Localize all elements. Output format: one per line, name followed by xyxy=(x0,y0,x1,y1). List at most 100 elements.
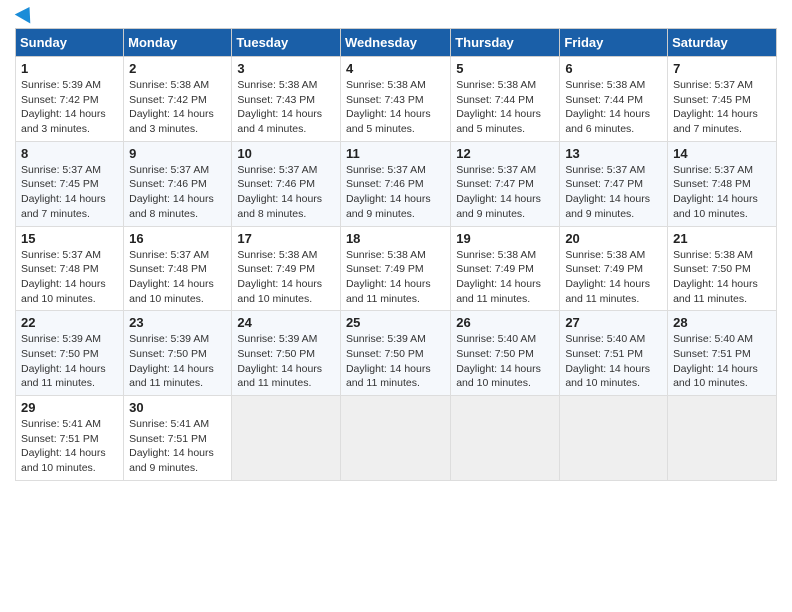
day-number: 13 xyxy=(565,146,662,161)
day-cell: 2Sunrise: 5:38 AMSunset: 7:42 PMDaylight… xyxy=(124,57,232,142)
day-cell: 7 Sunrise: 5:37 AMSunset: 7:45 PMDaylight… xyxy=(668,57,777,142)
day-number: 1 xyxy=(21,61,118,76)
weekday-header-row: SundayMondayTuesdayWednesdayThursdayFrid… xyxy=(16,29,777,57)
day-info: Sunrise: 5:38 AMSunset: 7:43 PMDaylight:… xyxy=(237,78,335,137)
page-header xyxy=(15,10,777,20)
empty-day-cell xyxy=(668,396,777,481)
day-cell: 9Sunrise: 5:37 AMSunset: 7:46 PMDaylight… xyxy=(124,141,232,226)
day-info: Sunrise: 5:37 AMSunset: 7:48 PMDaylight:… xyxy=(673,163,771,222)
day-cell: 25 Sunrise: 5:39 AMSunset: 7:50 PMDayligh… xyxy=(340,311,450,396)
day-info: Sunrise: 5:38 AMSunset: 7:50 PMDaylight:… xyxy=(673,248,771,307)
day-info: Sunrise: 5:38 AMSunset: 7:49 PMDaylight:… xyxy=(565,248,662,307)
day-cell: 5 Sunrise: 5:38 AMSunset: 7:44 PMDaylight… xyxy=(451,57,560,142)
day-number: 25 xyxy=(346,315,445,330)
day-cell: 6 Sunrise: 5:38 AMSunset: 7:44 PMDaylight… xyxy=(560,57,668,142)
day-number: 5 xyxy=(456,61,554,76)
day-cell: 28 Sunrise: 5:40 AMSunset: 7:51 PMDayligh… xyxy=(668,311,777,396)
day-cell: 10 Sunrise: 5:37 AMSunset: 7:46 PMDayligh… xyxy=(232,141,341,226)
day-number: 11 xyxy=(346,146,445,161)
day-cell: 21 Sunrise: 5:38 AMSunset: 7:50 PMDayligh… xyxy=(668,226,777,311)
weekday-header-saturday: Saturday xyxy=(668,29,777,57)
day-number: 20 xyxy=(565,231,662,246)
day-number: 2 xyxy=(129,61,226,76)
empty-day-cell xyxy=(451,396,560,481)
day-cell: 27 Sunrise: 5:40 AMSunset: 7:51 PMDayligh… xyxy=(560,311,668,396)
day-number: 4 xyxy=(346,61,445,76)
day-cell: 14 Sunrise: 5:37 AMSunset: 7:48 PMDayligh… xyxy=(668,141,777,226)
day-info: Sunrise: 5:37 AMSunset: 7:45 PMDaylight:… xyxy=(673,78,771,137)
day-cell: 16 Sunrise: 5:37 AMSunset: 7:48 PMDayligh… xyxy=(124,226,232,311)
day-info: Sunrise: 5:40 AMSunset: 7:51 PMDaylight:… xyxy=(565,332,662,391)
calendar-week-row: 29 Sunrise: 5:41 AMSunset: 7:51 PMDayligh… xyxy=(16,396,777,481)
weekday-header-tuesday: Tuesday xyxy=(232,29,341,57)
day-number: 18 xyxy=(346,231,445,246)
day-info: Sunrise: 5:37 AMSunset: 7:47 PMDaylight:… xyxy=(456,163,554,222)
empty-day-cell xyxy=(232,396,341,481)
day-cell: 3 Sunrise: 5:38 AMSunset: 7:43 PMDaylight… xyxy=(232,57,341,142)
day-info: Sunrise: 5:39 AMSunset: 7:50 PMDaylight:… xyxy=(129,332,226,391)
day-cell: 12 Sunrise: 5:37 AMSunset: 7:47 PMDayligh… xyxy=(451,141,560,226)
day-number: 29 xyxy=(21,400,118,415)
day-cell: 29 Sunrise: 5:41 AMSunset: 7:51 PMDayligh… xyxy=(16,396,124,481)
logo-triangle-icon xyxy=(15,2,38,23)
day-number: 15 xyxy=(21,231,118,246)
day-number: 23 xyxy=(129,315,226,330)
day-number: 21 xyxy=(673,231,771,246)
day-info: Sunrise: 5:37 AMSunset: 7:46 PMDaylight:… xyxy=(346,163,445,222)
day-cell: 22 Sunrise: 5:39 AMSunset: 7:50 PMDayligh… xyxy=(16,311,124,396)
day-number: 17 xyxy=(237,231,335,246)
day-cell: 17 Sunrise: 5:38 AMSunset: 7:49 PMDayligh… xyxy=(232,226,341,311)
day-info: Sunrise: 5:37 AMSunset: 7:47 PMDaylight:… xyxy=(565,163,662,222)
day-info: Sunrise: 5:41 AMSunset: 7:51 PMDaylight:… xyxy=(129,417,226,476)
day-info: Sunrise: 5:38 AMSunset: 7:44 PMDaylight:… xyxy=(565,78,662,137)
calendar-week-row: 8 Sunrise: 5:37 AMSunset: 7:45 PMDaylight… xyxy=(16,141,777,226)
day-info: Sunrise: 5:40 AMSunset: 7:50 PMDaylight:… xyxy=(456,332,554,391)
day-cell: 19Sunrise: 5:38 AMSunset: 7:49 PMDayligh… xyxy=(451,226,560,311)
calendar-week-row: 15 Sunrise: 5:37 AMSunset: 7:48 PMDayligh… xyxy=(16,226,777,311)
day-info: Sunrise: 5:37 AMSunset: 7:48 PMDaylight:… xyxy=(129,248,226,307)
day-number: 7 xyxy=(673,61,771,76)
weekday-header-monday: Monday xyxy=(124,29,232,57)
day-info: Sunrise: 5:39 AMSunset: 7:50 PMDaylight:… xyxy=(346,332,445,391)
day-number: 27 xyxy=(565,315,662,330)
calendar-table: SundayMondayTuesdayWednesdayThursdayFrid… xyxy=(15,28,777,481)
day-number: 3 xyxy=(237,61,335,76)
day-info: Sunrise: 5:38 AMSunset: 7:49 PMDaylight:… xyxy=(237,248,335,307)
day-cell: 30Sunrise: 5:41 AMSunset: 7:51 PMDayligh… xyxy=(124,396,232,481)
day-info: Sunrise: 5:39 AMSunset: 7:50 PMDaylight:… xyxy=(237,332,335,391)
day-info: Sunrise: 5:37 AMSunset: 7:45 PMDaylight:… xyxy=(21,163,118,222)
empty-day-cell xyxy=(340,396,450,481)
day-cell: 24 Sunrise: 5:39 AMSunset: 7:50 PMDayligh… xyxy=(232,311,341,396)
day-info: Sunrise: 5:37 AMSunset: 7:46 PMDaylight:… xyxy=(237,163,335,222)
logo xyxy=(15,10,35,20)
empty-day-cell xyxy=(560,396,668,481)
day-cell: 26 Sunrise: 5:40 AMSunset: 7:50 PMDayligh… xyxy=(451,311,560,396)
day-info: Sunrise: 5:38 AMSunset: 7:44 PMDaylight:… xyxy=(456,78,554,137)
day-info: Sunrise: 5:41 AMSunset: 7:51 PMDaylight:… xyxy=(21,417,118,476)
day-number: 6 xyxy=(565,61,662,76)
weekday-header-thursday: Thursday xyxy=(451,29,560,57)
day-number: 16 xyxy=(129,231,226,246)
day-number: 9 xyxy=(129,146,226,161)
day-number: 10 xyxy=(237,146,335,161)
day-info: Sunrise: 5:39 AMSunset: 7:42 PMDaylight:… xyxy=(21,78,118,137)
day-info: Sunrise: 5:37 AMSunset: 7:48 PMDaylight:… xyxy=(21,248,118,307)
day-info: Sunrise: 5:39 AMSunset: 7:50 PMDaylight:… xyxy=(21,332,118,391)
day-cell: 18Sunrise: 5:38 AMSunset: 7:49 PMDayligh… xyxy=(340,226,450,311)
day-number: 8 xyxy=(21,146,118,161)
day-number: 22 xyxy=(21,315,118,330)
weekday-header-friday: Friday xyxy=(560,29,668,57)
day-cell: 1 Sunrise: 5:39 AMSunset: 7:42 PMDaylight… xyxy=(16,57,124,142)
day-info: Sunrise: 5:40 AMSunset: 7:51 PMDaylight:… xyxy=(673,332,771,391)
day-cell: 23 Sunrise: 5:39 AMSunset: 7:50 PMDayligh… xyxy=(124,311,232,396)
calendar-week-row: 22 Sunrise: 5:39 AMSunset: 7:50 PMDayligh… xyxy=(16,311,777,396)
day-number: 24 xyxy=(237,315,335,330)
day-cell: 15 Sunrise: 5:37 AMSunset: 7:48 PMDayligh… xyxy=(16,226,124,311)
day-info: Sunrise: 5:38 AMSunset: 7:43 PMDaylight:… xyxy=(346,78,445,137)
day-cell: 4 Sunrise: 5:38 AMSunset: 7:43 PMDaylight… xyxy=(340,57,450,142)
day-number: 28 xyxy=(673,315,771,330)
day-number: 14 xyxy=(673,146,771,161)
day-number: 12 xyxy=(456,146,554,161)
day-cell: 8 Sunrise: 5:37 AMSunset: 7:45 PMDaylight… xyxy=(16,141,124,226)
day-number: 26 xyxy=(456,315,554,330)
